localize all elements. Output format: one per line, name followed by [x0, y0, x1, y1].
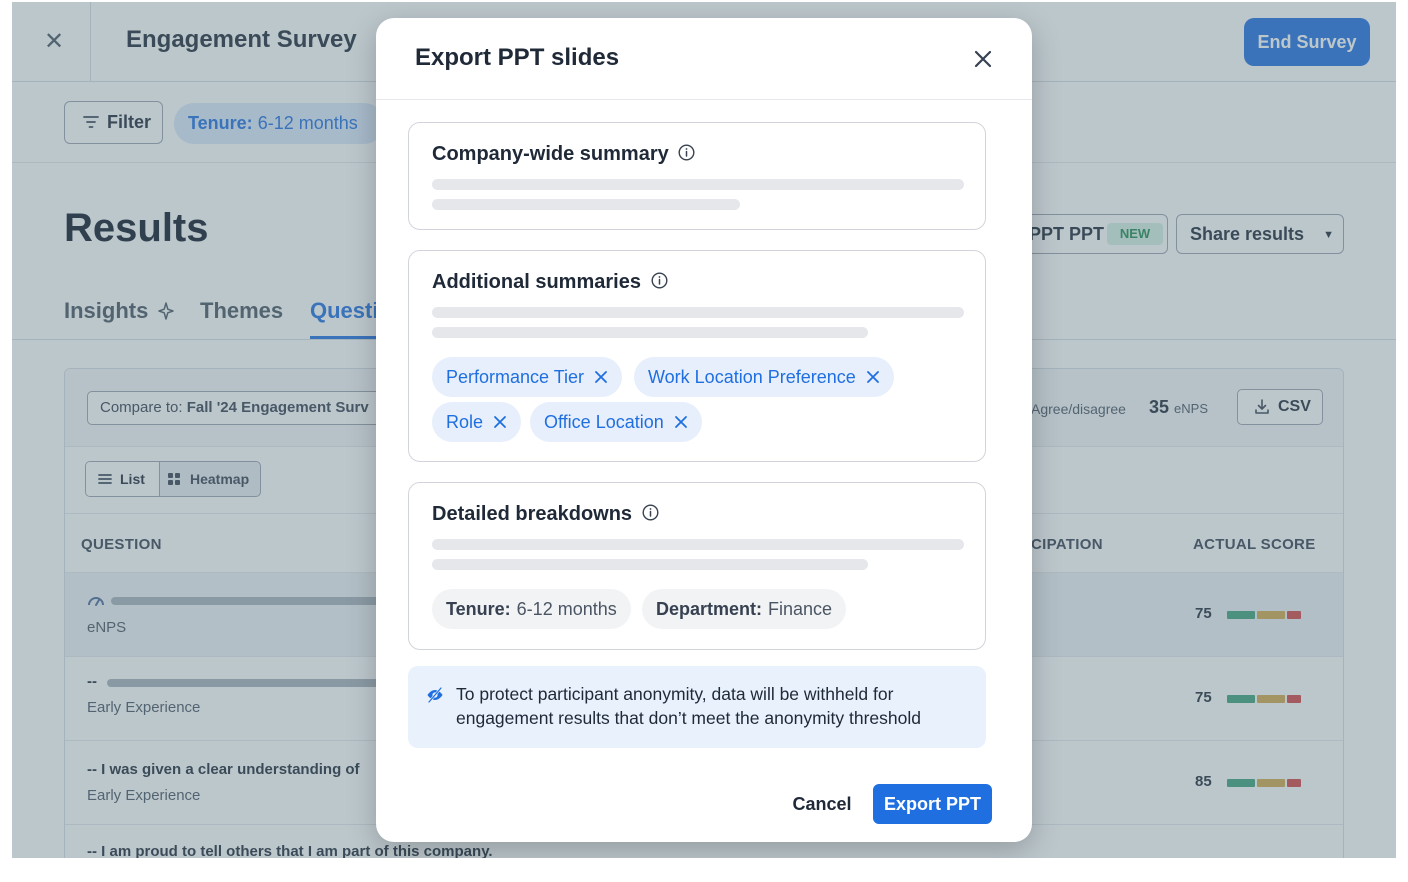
chip-label: Work Location Preference — [648, 366, 856, 387]
chip-department: Department: Finance — [642, 589, 847, 629]
chip-value: 6-12 months — [516, 598, 617, 619]
skeleton-line — [432, 327, 868, 338]
chip-work-location-preference[interactable]: Work Location Preference — [634, 357, 894, 397]
skeleton-line — [432, 179, 964, 190]
chip-tenure: Tenure: 6-12 months — [432, 589, 631, 629]
card-title: Additional summaries — [432, 271, 668, 294]
skeleton-line — [432, 199, 740, 210]
info-icon[interactable] — [678, 144, 695, 161]
chip-key: Tenure: — [446, 598, 511, 619]
card-title: Company-wide summary — [432, 143, 695, 166]
info-icon[interactable] — [642, 504, 659, 521]
eye-off-icon — [427, 686, 443, 704]
remove-chip-icon[interactable] — [674, 415, 688, 429]
detailed-breakdowns-card[interactable]: Detailed breakdowns Tenure: 6-12 months … — [408, 482, 986, 650]
skeleton-line — [432, 307, 964, 318]
chip-key: Department: — [656, 598, 763, 619]
remove-chip-icon[interactable] — [594, 370, 608, 384]
additional-summaries-label: Additional summaries — [432, 271, 641, 293]
skeleton-line — [432, 539, 964, 550]
skeleton-line — [432, 559, 868, 570]
chip-office-location[interactable]: Office Location — [530, 402, 702, 442]
remove-chip-icon[interactable] — [866, 370, 880, 384]
export-ppt-dialog: Export PPT slides Company-wide summary A… — [376, 18, 1032, 842]
anonymity-notice: To protect participant anonymity, data w… — [408, 666, 986, 748]
card-title: Detailed breakdowns — [432, 503, 659, 526]
company-summary-card[interactable]: Company-wide summary — [408, 122, 986, 230]
company-summary-label: Company-wide summary — [432, 143, 669, 165]
detailed-breakdowns-label: Detailed breakdowns — [432, 503, 633, 525]
export-ppt-confirm-button[interactable]: Export PPT — [873, 784, 992, 824]
chip-label: Performance Tier — [446, 366, 585, 387]
chip-label: Office Location — [544, 411, 664, 432]
dialog-title: Export PPT slides — [415, 44, 620, 71]
close-dialog-icon[interactable] — [970, 46, 996, 72]
additional-summaries-card[interactable]: Additional summaries Performance Tier Wo… — [408, 250, 986, 462]
chip-performance-tier[interactable]: Performance Tier — [432, 357, 623, 397]
chip-label: Role — [446, 411, 484, 432]
cancel-button[interactable]: Cancel — [780, 788, 864, 820]
chip-role[interactable]: Role — [432, 402, 522, 442]
info-icon[interactable] — [650, 272, 668, 289]
chip-value: Finance — [768, 598, 833, 619]
app-window: ✕ Engagement Survey End Survey Filter Te… — [12, 2, 1396, 858]
notice-text: To protect participant anonymity, data w… — [456, 684, 921, 728]
remove-chip-icon[interactable] — [493, 415, 507, 429]
